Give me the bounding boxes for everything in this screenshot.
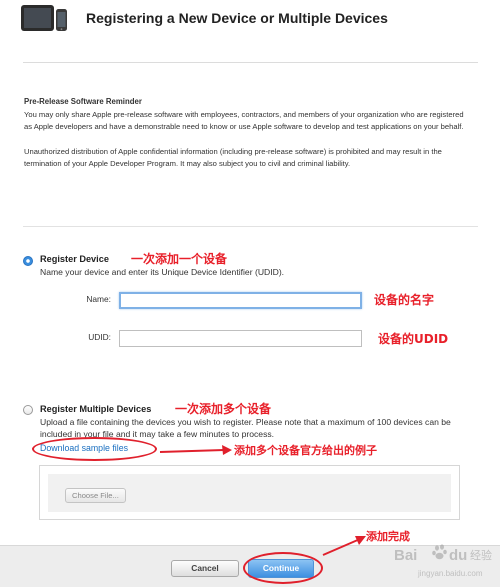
register-multiple-radio[interactable] [23, 405, 33, 415]
svg-text:经验: 经验 [470, 548, 492, 562]
name-field-label: Name: [86, 294, 111, 304]
annotation-sample-files: 添加多个设备官方给出的例子 [234, 444, 377, 457]
annotation-device-name: 设备的名字 [374, 293, 435, 307]
ipad-iphone-devices-icon [21, 5, 67, 31]
file-upload-area: Choose File... [39, 465, 460, 520]
register-device-label[interactable]: Register Device [40, 254, 109, 264]
register-multiple-label[interactable]: Register Multiple Devices [40, 404, 151, 414]
header-divider [23, 62, 478, 63]
svg-text:jingyan.baidu.com: jingyan.baidu.com [417, 569, 483, 578]
choose-file-button[interactable]: Choose File... [65, 488, 126, 503]
cancel-button[interactable]: Cancel [171, 560, 239, 577]
baidu-jingyan-watermark: Bai du 经验 jingyan.baidu.com [394, 544, 492, 578]
highlight-continue-ellipse [243, 552, 323, 584]
annotation-add-one: 一次添加一个设备 [131, 252, 228, 266]
reminder-paragraph: Unauthorized distribution of Apple confi… [24, 146, 442, 169]
page-title: Registering a New Device or Multiple Dev… [86, 10, 388, 26]
annotation-device-udid: 设备的UDID [378, 332, 449, 346]
svg-text:du: du [449, 547, 467, 564]
udid-input[interactable] [119, 330, 362, 347]
register-device-description: Name your device and enter its Unique De… [40, 267, 285, 277]
file-upload-well: Choose File... [48, 474, 451, 512]
udid-field-label: UDID: [88, 332, 111, 342]
device-name-input[interactable] [119, 292, 362, 309]
annotation-add-multiple: 一次添加多个设备 [175, 402, 272, 416]
svg-text:Bai: Bai [394, 547, 417, 564]
highlight-download-link-ellipse [32, 437, 157, 461]
section-divider [23, 226, 478, 227]
pre-release-reminder: Pre-Release Software Reminder You may on… [24, 96, 464, 183]
reminder-title: Pre-Release Software Reminder [24, 97, 142, 106]
register-device-radio[interactable] [23, 256, 33, 266]
page-header: Registering a New Device or Multiple Dev… [0, 0, 500, 42]
red-arrow-icon [159, 445, 232, 455]
reminder-paragraph: You may only share Apple pre-release sof… [24, 109, 464, 132]
red-arrow-icon [322, 536, 366, 556]
